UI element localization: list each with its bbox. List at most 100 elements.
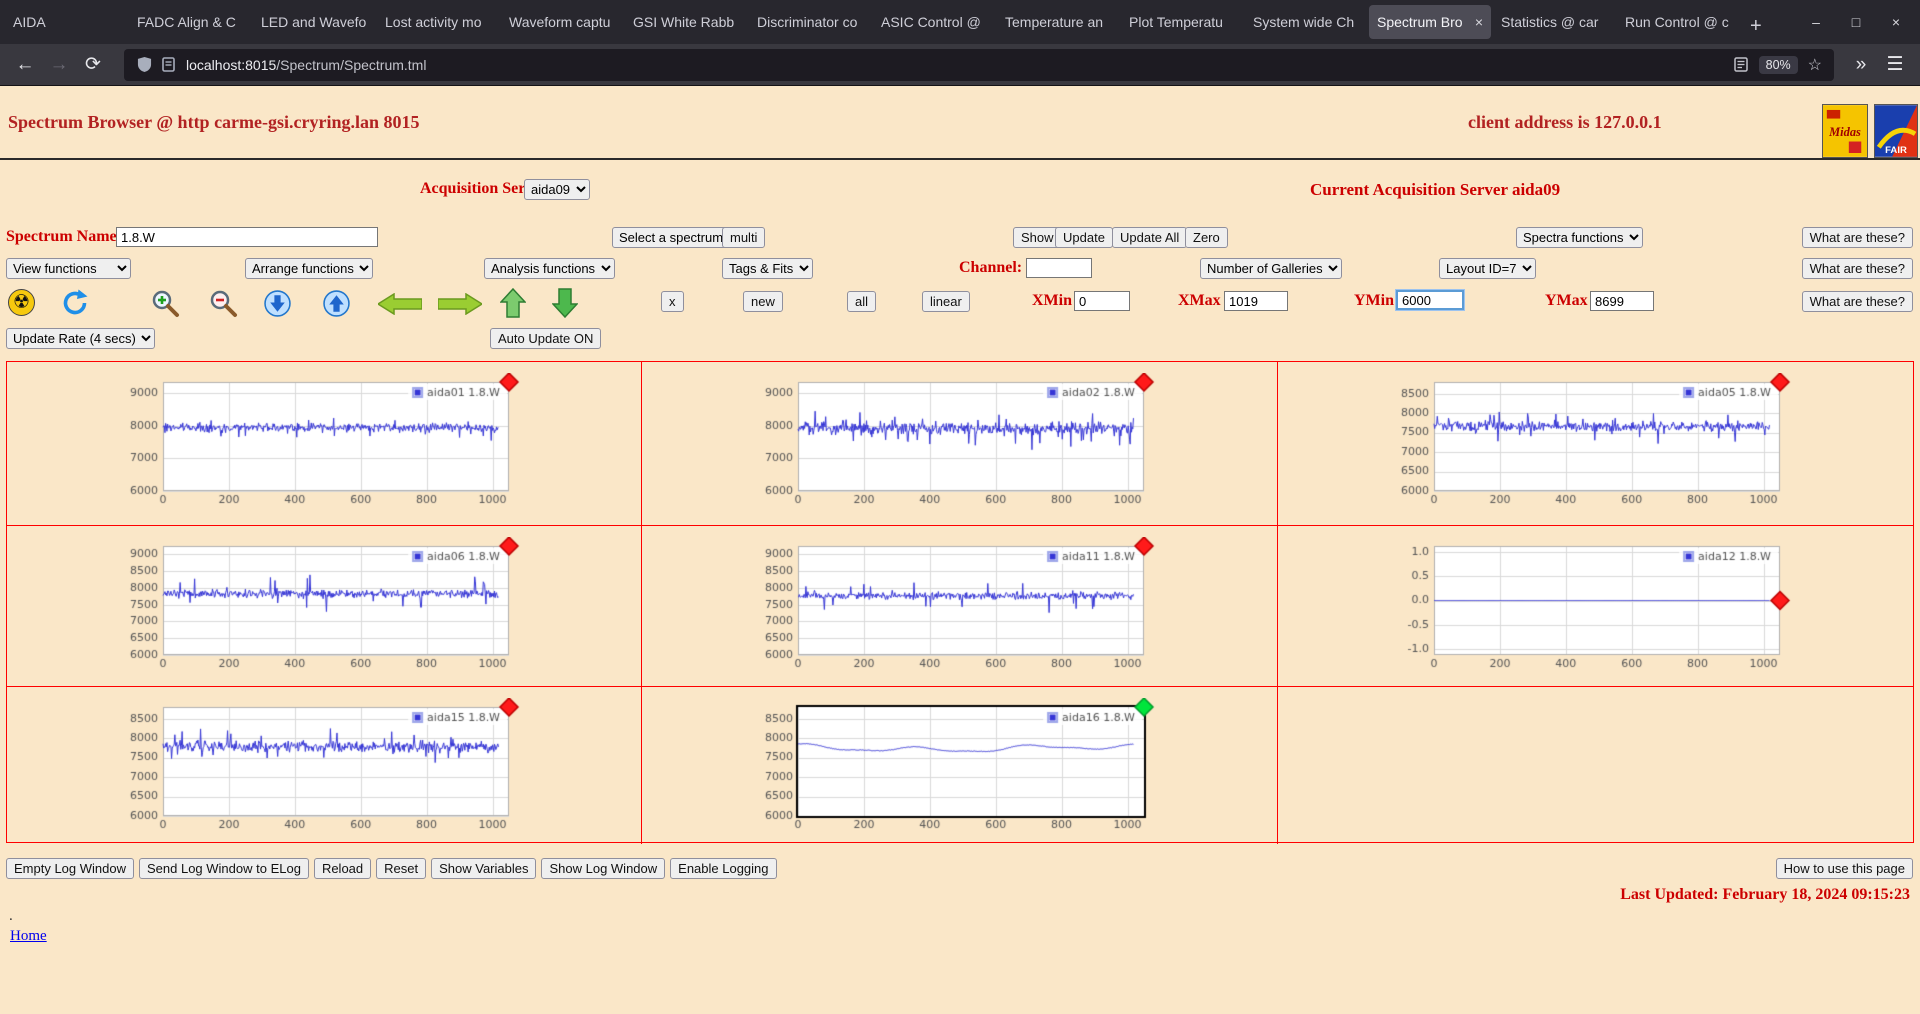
bookmark-star-icon[interactable]: ☆	[1808, 55, 1822, 75]
what-are-these-button-3[interactable]: What are these?	[1802, 291, 1913, 312]
browser-tab-waveform-captu[interactable]: Waveform captu	[501, 5, 623, 39]
last-updated-text: Last Updated: February 18, 2024 09:15:23	[1620, 886, 1910, 904]
browser-chrome: AIDAFADC Align & CLED and WavefoLost act…	[0, 0, 1920, 86]
reset-button[interactable]: Reset	[376, 858, 426, 879]
multi-button[interactable]: multi	[722, 227, 765, 248]
spectrum-cell-aida02[interactable]	[642, 362, 1277, 526]
overflow-menu-icon[interactable]: »	[1844, 50, 1878, 80]
x-button[interactable]: x	[661, 291, 684, 312]
zoom-out-icon[interactable]	[208, 288, 238, 318]
channel-input[interactable]	[1026, 258, 1092, 278]
reload-button[interactable]: Reload	[314, 858, 371, 879]
update-all-button[interactable]: Update All	[1112, 227, 1187, 248]
browser-tab-system-wide-ch[interactable]: System wide Ch	[1245, 5, 1367, 39]
zoom-in-icon[interactable]	[150, 288, 180, 318]
analysis-functions-dropdown[interactable]: Analysis functions	[484, 258, 615, 279]
browser-tab-temperature-an[interactable]: Temperature an	[997, 5, 1119, 39]
spectrum-chart-aida11[interactable]	[762, 537, 1156, 679]
xmin-input[interactable]	[1074, 291, 1130, 311]
shield-icon[interactable]	[137, 56, 152, 73]
tags-fits-dropdown[interactable]: Tags & Fits	[722, 258, 813, 279]
back-icon[interactable]: ←	[8, 50, 42, 80]
enable-logging-button[interactable]: Enable Logging	[670, 858, 776, 879]
linear-button[interactable]: linear	[922, 291, 970, 312]
refresh-icon[interactable]	[60, 288, 90, 318]
new-button[interactable]: new	[743, 291, 783, 312]
spectrum-chart-aida15[interactable]	[127, 698, 521, 840]
browser-tab-aida[interactable]: AIDA	[5, 5, 127, 39]
tab-strip: AIDAFADC Align & CLED and WavefoLost act…	[4, 5, 1740, 44]
autoscale-up-icon[interactable]	[323, 290, 350, 317]
browser-tab-spectrum-bro[interactable]: Spectrum Bro ×	[1369, 5, 1491, 39]
xmax-input[interactable]	[1224, 291, 1288, 311]
browser-tab-asic-control[interactable]: ASIC Control @	[873, 5, 995, 39]
url-text[interactable]: localhost:8015/Spectrum/Spectrum.tml	[186, 57, 1729, 73]
ymax-input[interactable]	[1590, 291, 1654, 311]
spectrum-chart-aida12[interactable]	[1398, 537, 1792, 679]
browser-tab-statistics-car[interactable]: Statistics @ car	[1493, 5, 1615, 39]
minimize-icon[interactable]: –	[1796, 0, 1836, 44]
radiation-icon[interactable]: ☢	[8, 289, 35, 316]
site-info-icon[interactable]	[162, 57, 175, 72]
arrow-left-icon[interactable]	[378, 293, 422, 315]
what-are-these-button-1[interactable]: What are these?	[1802, 227, 1913, 248]
spectrum-chart-aida01[interactable]	[127, 373, 521, 515]
browser-tab-gsi-white-rabb[interactable]: GSI White Rabb	[625, 5, 747, 39]
update-rate-dropdown[interactable]: Update Rate (4 secs)	[6, 328, 155, 349]
show-variables-button[interactable]: Show Variables	[431, 858, 536, 879]
zero-button[interactable]: Zero	[1185, 227, 1228, 248]
spectrum-cell-aida01[interactable]	[7, 362, 642, 526]
browser-tab-fadc-align-c[interactable]: FADC Align & C	[129, 5, 251, 39]
show-log-window-button[interactable]: Show Log Window	[541, 858, 665, 879]
spectrum-cell-aida06[interactable]	[7, 526, 642, 687]
new-tab-button[interactable]: +	[1740, 15, 1772, 44]
auto-update-button[interactable]: Auto Update ON	[490, 328, 601, 349]
tab-close-icon[interactable]: ×	[1475, 14, 1483, 30]
how-to-use-button[interactable]: How to use this page	[1776, 858, 1913, 879]
reload-icon[interactable]: ⟳	[76, 50, 110, 80]
autoscale-down-icon[interactable]	[264, 290, 291, 317]
arrow-right-icon[interactable]	[438, 293, 482, 315]
close-window-icon[interactable]: ×	[1876, 0, 1916, 44]
view-functions-dropdown[interactable]: View functions	[6, 258, 131, 279]
spectrum-cell-aida11[interactable]	[642, 526, 1277, 687]
spectrum-name-input[interactable]	[116, 227, 378, 247]
spectrum-chart-aida16[interactable]	[762, 698, 1156, 840]
empty-log-window-button[interactable]: Empty Log Window	[6, 858, 134, 879]
spectrum-cell-aida15[interactable]	[7, 687, 642, 844]
browser-tab-run-control-c[interactable]: Run Control @ c	[1617, 5, 1739, 39]
home-link[interactable]: Home	[10, 928, 47, 945]
arrow-down-icon[interactable]	[552, 288, 578, 318]
spectra-functions-dropdown[interactable]: Spectra functions	[1516, 227, 1643, 248]
spectrum-chart-aida05[interactable]	[1398, 373, 1792, 515]
ymin-input[interactable]	[1396, 290, 1464, 310]
reader-mode-icon[interactable]	[1734, 57, 1748, 72]
spectrum-chart-aida06[interactable]	[127, 537, 521, 679]
spectrum-cell-aida05[interactable]	[1278, 362, 1913, 526]
maximize-icon[interactable]: □	[1836, 0, 1876, 44]
forward-icon[interactable]: →	[42, 50, 76, 80]
url-bar[interactable]: localhost:8015/Spectrum/Spectrum.tml 80%…	[124, 49, 1834, 81]
update-button[interactable]: Update	[1055, 227, 1113, 248]
spectrum-chart-aida02[interactable]	[762, 373, 1156, 515]
layout-id-dropdown[interactable]: Layout ID=7	[1439, 258, 1536, 279]
number-of-galleries-dropdown[interactable]: Number of Galleries	[1200, 258, 1342, 279]
spectrum-cell-aida12[interactable]	[1278, 526, 1913, 687]
svg-text:FAIR: FAIR	[1885, 145, 1907, 156]
zoom-level-badge[interactable]: 80%	[1759, 56, 1798, 74]
midas-logo: Midas	[1822, 104, 1868, 158]
spectrum-cell-aida16[interactable]	[642, 687, 1277, 844]
arrange-functions-dropdown[interactable]: Arrange functions	[245, 258, 373, 279]
browser-tab-plot-temperatu[interactable]: Plot Temperatu	[1121, 5, 1243, 39]
acquisition-server-select[interactable]: aida09	[524, 179, 590, 200]
tab-bar: AIDAFADC Align & CLED and WavefoLost act…	[0, 0, 1920, 44]
hamburger-menu-icon[interactable]: ☰	[1878, 50, 1912, 80]
what-are-these-button-2[interactable]: What are these?	[1802, 258, 1913, 279]
browser-tab-lost-activity-mo[interactable]: Lost activity mo	[377, 5, 499, 39]
tab-label: Spectrum Bro	[1377, 14, 1469, 30]
all-button[interactable]: all	[847, 291, 876, 312]
arrow-up-icon[interactable]	[500, 288, 526, 318]
send-log-window-to-elog-button[interactable]: Send Log Window to ELog	[139, 858, 309, 879]
browser-tab-led-and-wavefo[interactable]: LED and Wavefo	[253, 5, 375, 39]
browser-tab-discriminator-co[interactable]: Discriminator co	[749, 5, 871, 39]
